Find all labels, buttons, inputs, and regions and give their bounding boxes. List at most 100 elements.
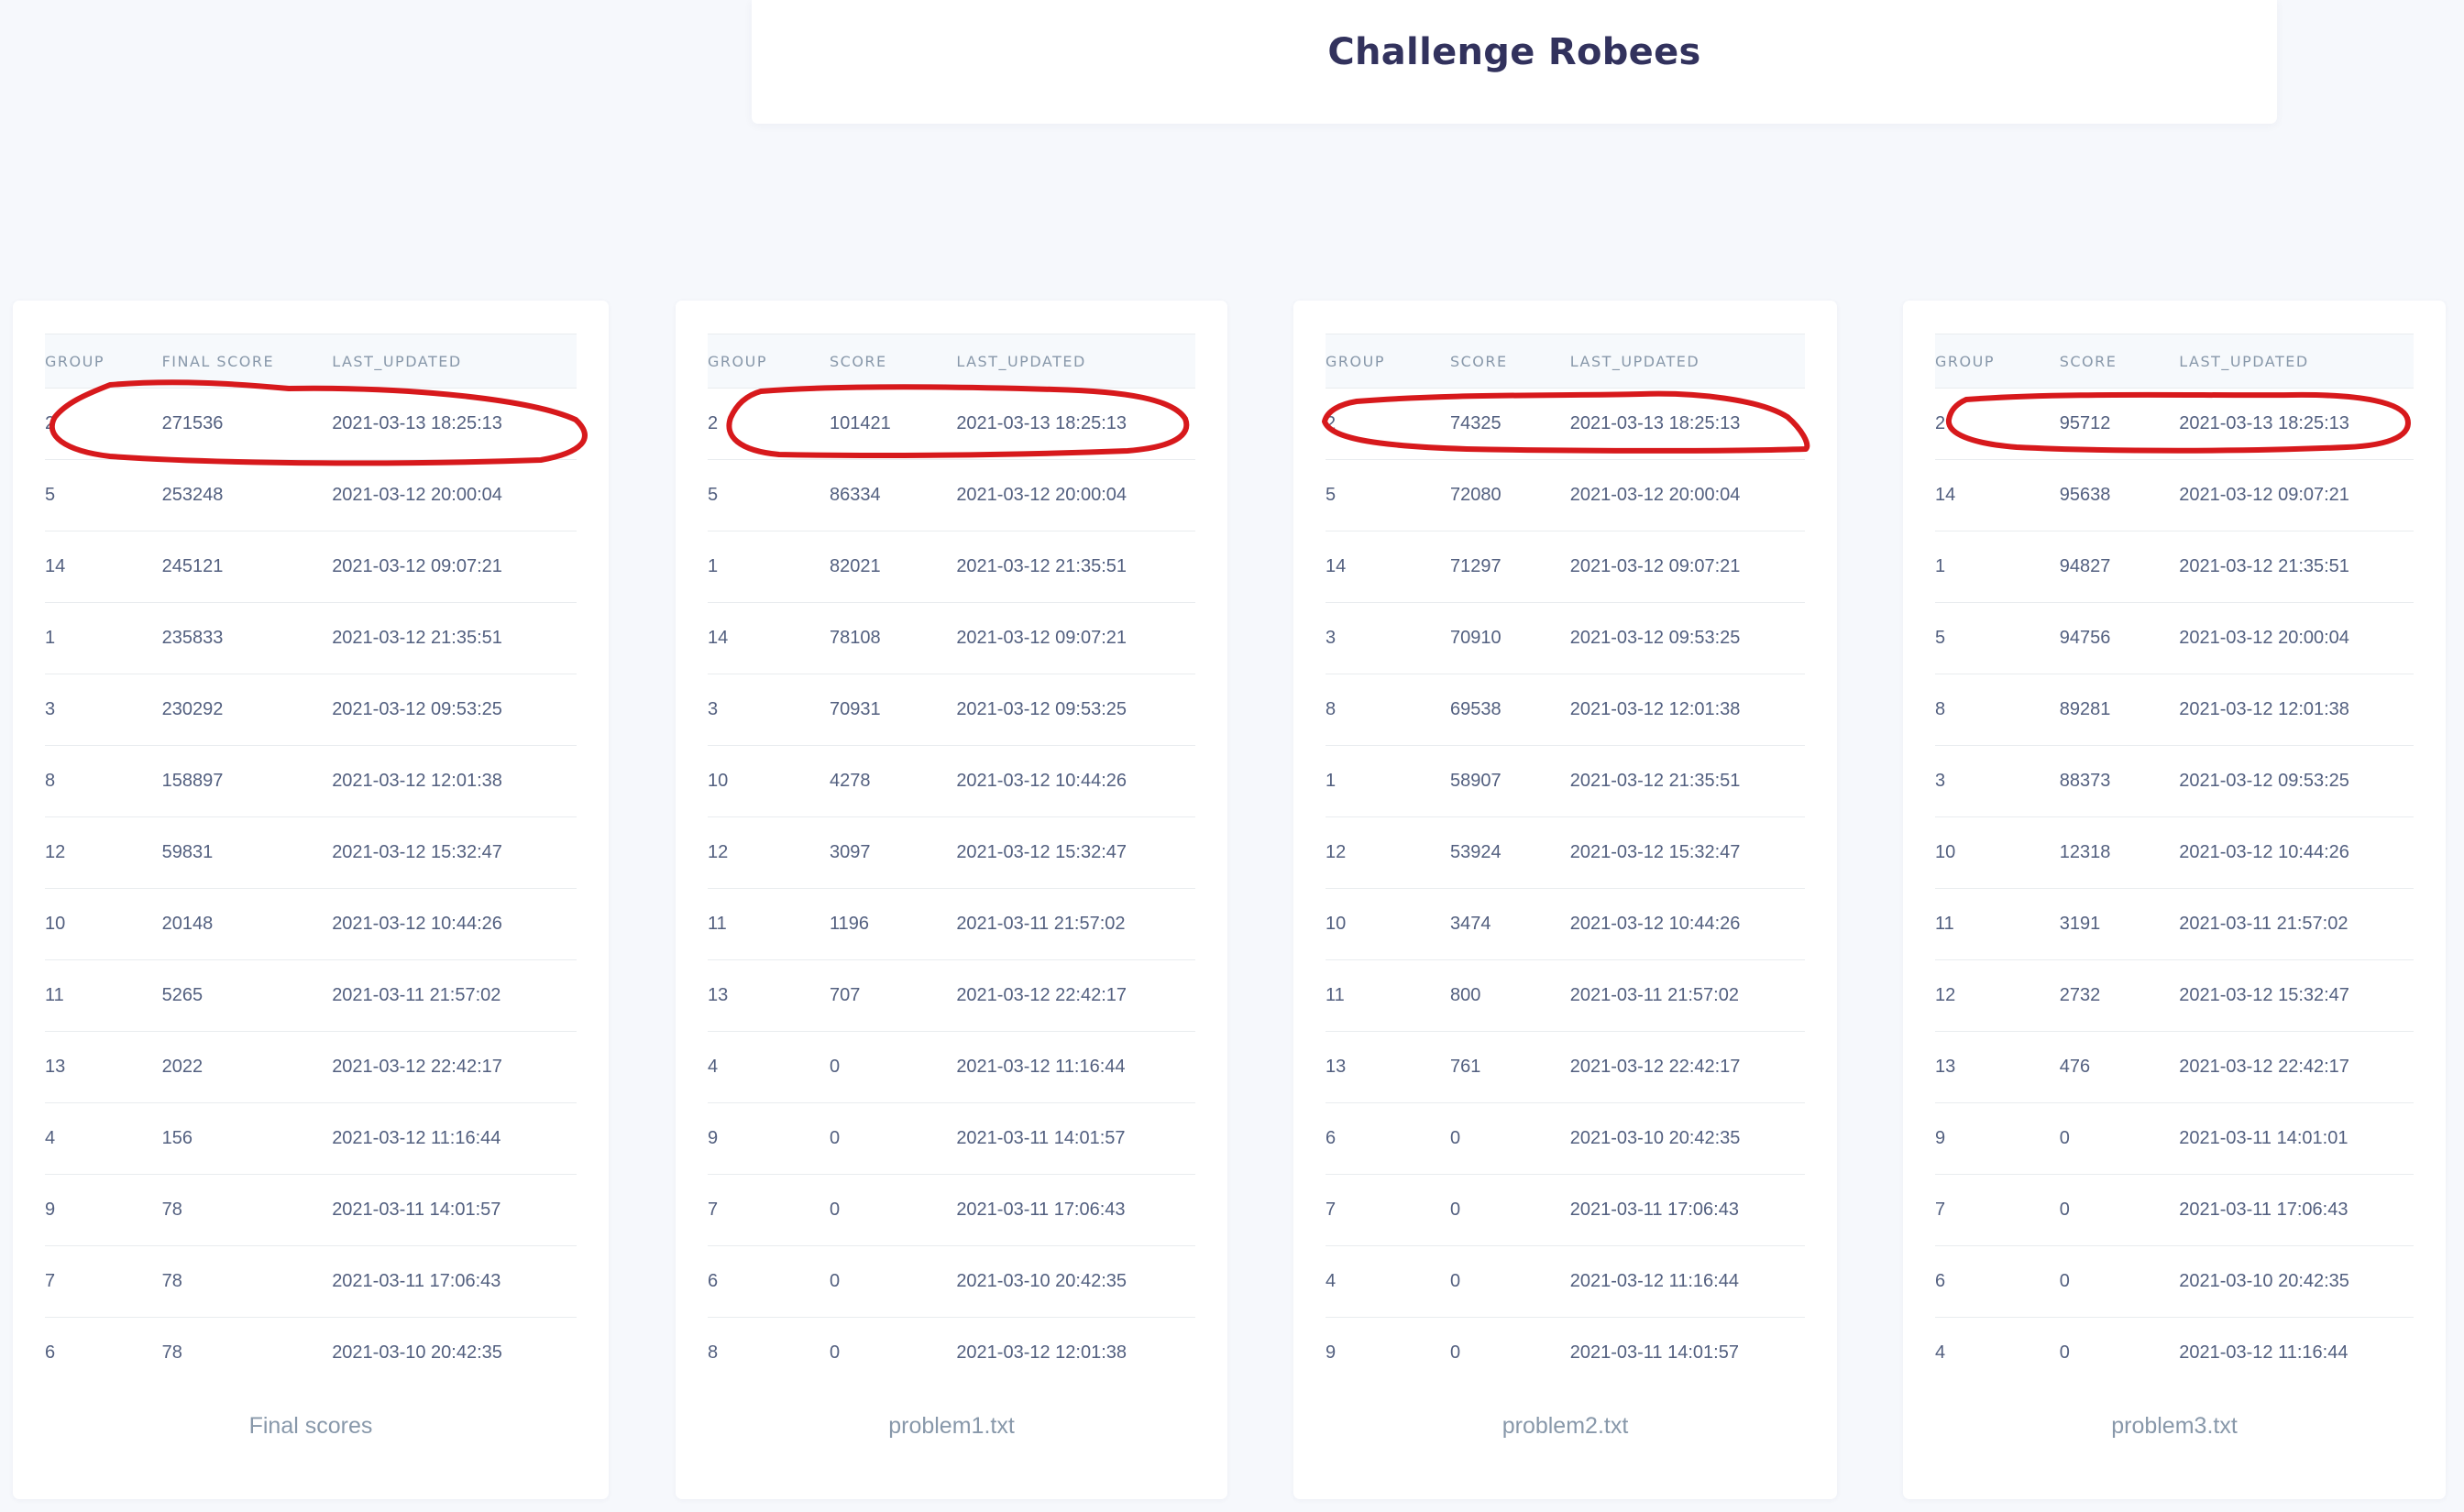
table-row: 2 95712 2021-03-13 18:25:13 <box>1935 388 2414 460</box>
cell-score: 74325 <box>1449 388 1570 460</box>
table-row: 6 0 2021-03-10 20:42:35 <box>1326 1102 1805 1175</box>
table-row: 10 3474 2021-03-12 10:44:26 <box>1326 888 1805 960</box>
cell-score: 69538 <box>1449 674 1570 746</box>
cell-group: 1 <box>45 602 162 674</box>
table-header-row: GROUP SCORE LAST_UPDATED <box>1326 334 1805 389</box>
cell-last-updated: 2021-03-13 18:25:13 <box>2179 388 2414 460</box>
cell-group: 4 <box>1326 1245 1450 1318</box>
table-header-row: GROUP SCORE LAST_UPDATED <box>1935 334 2414 389</box>
table-row: 12 3097 2021-03-12 15:32:47 <box>708 816 1195 889</box>
cell-score: 0 <box>830 1102 957 1175</box>
table-row: 12 53924 2021-03-12 15:32:47 <box>1326 816 1805 889</box>
cell-group: 13 <box>708 959 830 1032</box>
table-row: 5 94756 2021-03-12 20:00:04 <box>1935 602 2414 674</box>
cell-score: 78 <box>161 1342 182 1363</box>
cell-last-updated: 2021-03-10 20:42:35 <box>956 1245 1195 1318</box>
column-header-group: GROUP <box>1326 334 1450 389</box>
table-row: 5 253248 2021-03-12 20:00:04 <box>45 459 577 531</box>
cell-group: 11 <box>45 959 162 1032</box>
cell-score: 0 <box>1449 1174 1570 1246</box>
cell-last-updated: 2021-03-11 14:01:57 <box>1569 1342 1739 1363</box>
cell-last-updated: 2021-03-12 12:01:38 <box>1569 674 1805 746</box>
cell-group: 7 <box>708 1174 830 1246</box>
cell-group: 10 <box>1935 816 2060 889</box>
cell-group: 10 <box>1326 888 1450 960</box>
cell-score: 53924 <box>1449 816 1570 889</box>
cell-score: 253248 <box>161 459 333 531</box>
table-row: 10 12318 2021-03-12 10:44:26 <box>1935 816 2414 889</box>
cell-last-updated: 2021-03-12 12:01:38 <box>332 745 577 817</box>
cell-score: 94756 <box>2059 602 2180 674</box>
cell-score: 95638 <box>2059 459 2180 531</box>
cell-score: 94827 <box>2059 531 2180 603</box>
column-header-group: GROUP <box>45 334 162 389</box>
cell-score: 70910 <box>1449 602 1570 674</box>
cell-last-updated: 2021-03-11 14:01:57 <box>332 1174 577 1246</box>
cell-group: 8 <box>45 745 162 817</box>
table-row: 14 71297 2021-03-12 09:07:21 <box>1326 531 1805 603</box>
cell-group: 2 <box>1326 388 1450 460</box>
cell-score: 2022 <box>161 1031 333 1103</box>
cell-last-updated: 2021-03-12 10:44:26 <box>332 888 577 960</box>
cell-score: 0 <box>2059 1342 2070 1363</box>
cell-score: 707 <box>830 959 957 1032</box>
table-wrap: GROUP SCORE LAST_UPDATED 2 95712 2021-03-13 … <box>1935 334 2414 1388</box>
column-header-score: SCORE <box>1449 334 1570 389</box>
table-row: 9 0 2021-03-11 14:01:01 <box>1935 1102 2414 1175</box>
cell-last-updated: 2021-03-12 21:35:51 <box>1569 745 1805 817</box>
table-row: 4 0 2021-03-12 11:16:44 <box>1326 1245 1805 1318</box>
cell-group: 4 <box>708 1031 830 1103</box>
cell-group: 9 <box>708 1102 830 1175</box>
table-wrap: GROUP FINAL SCORE LAST_UPDATED 2 271536 2021… <box>45 334 577 1388</box>
cell-score: 761 <box>1449 1031 1570 1103</box>
cell-group: 6 <box>708 1245 830 1318</box>
column-header-score: SCORE <box>2059 334 2180 389</box>
cell-last-updated: 2021-03-12 15:32:47 <box>2179 959 2414 1032</box>
cell-group: 3 <box>45 674 162 746</box>
cell-score: 88373 <box>2059 745 2180 817</box>
cell-last-updated: 2021-03-11 17:06:43 <box>1569 1174 1805 1246</box>
cell-last-updated: 2021-03-12 11:16:44 <box>1569 1245 1805 1318</box>
table-row: 9 0 2021-03-11 14:01:57 <box>708 1102 1195 1175</box>
cell-last-updated: 2021-03-11 21:57:02 <box>2179 888 2414 960</box>
table-row: 5 72080 2021-03-12 20:00:04 <box>1326 459 1805 531</box>
cell-group: 11 <box>1326 959 1450 1032</box>
table-row: 8 69538 2021-03-12 12:01:38 <box>1326 674 1805 746</box>
table-row: 6 0 2021-03-10 20:42:35 <box>708 1245 1195 1318</box>
table-row: 8 0 2021-03-12 12:01:38 <box>708 1318 1195 1389</box>
cell-score: 0 <box>1449 1342 1461 1363</box>
cell-group: 10 <box>708 745 830 817</box>
table-row: 4 0 2021-03-12 11:16:44 <box>1935 1318 2414 1389</box>
cell-last-updated: 2021-03-11 17:06:43 <box>956 1174 1195 1246</box>
cell-last-updated: 2021-03-12 21:35:51 <box>2179 531 2414 603</box>
cell-group: 12 <box>1326 816 1450 889</box>
cell-last-updated: 2021-03-12 22:42:17 <box>956 959 1195 1032</box>
cell-score: 476 <box>2059 1031 2180 1103</box>
table-row: 4 0 2021-03-12 11:16:44 <box>708 1031 1195 1103</box>
cell-last-updated: 2021-03-11 17:06:43 <box>332 1245 577 1318</box>
table-row: 2 271536 2021-03-13 18:25:13 <box>45 388 577 460</box>
cell-last-updated: 2021-03-12 20:00:04 <box>956 459 1195 531</box>
table-row: 11 800 2021-03-11 21:57:02 <box>1326 959 1805 1032</box>
table-row: 13 707 2021-03-12 22:42:17 <box>708 959 1195 1032</box>
cell-last-updated: 2021-03-10 20:42:35 <box>2179 1245 2414 1318</box>
cell-score: 158897 <box>161 745 333 817</box>
cell-group: 1 <box>1935 531 2060 603</box>
cell-group: 13 <box>1935 1031 2060 1103</box>
cell-score: 2732 <box>2059 959 2180 1032</box>
cell-group: 9 <box>45 1174 162 1246</box>
cell-last-updated: 2021-03-13 18:25:13 <box>1569 388 1805 460</box>
cell-score: 89281 <box>2059 674 2180 746</box>
cell-group: 9 <box>1326 1342 1336 1363</box>
cell-group: 5 <box>708 459 830 531</box>
table-row: 3 88373 2021-03-12 09:53:25 <box>1935 745 2414 817</box>
cell-last-updated: 2021-03-13 18:25:13 <box>956 388 1195 460</box>
column-header-last-updated: LAST_UPDATED <box>332 334 577 389</box>
cell-group: 3 <box>708 674 830 746</box>
table-row: 8 89281 2021-03-12 12:01:38 <box>1935 674 2414 746</box>
cell-group: 2 <box>708 388 830 460</box>
table-row: 1 235833 2021-03-12 21:35:51 <box>45 602 577 674</box>
cell-score: 78 <box>161 1174 333 1246</box>
cell-score: 271536 <box>161 388 333 460</box>
cell-group: 5 <box>1935 602 2060 674</box>
